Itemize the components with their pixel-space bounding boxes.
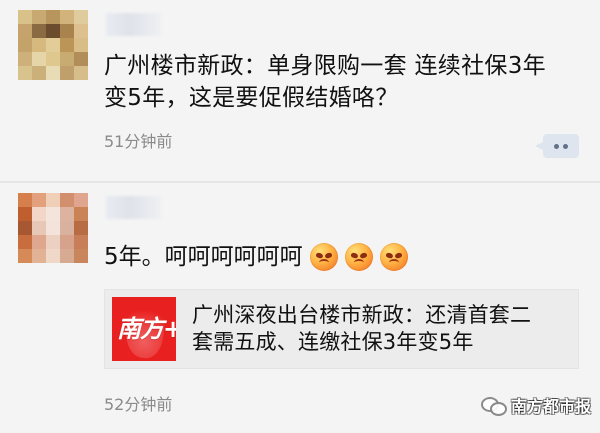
avatar-pixel	[60, 207, 74, 221]
avatar-pixel	[18, 38, 32, 52]
thumbnail-logo-text: 南方+	[117, 315, 176, 343]
avatar-pixel	[32, 52, 46, 66]
avatar-pixel	[60, 249, 74, 263]
avatar-pixel	[74, 207, 88, 221]
avatar-pixel	[18, 193, 32, 207]
avatar-pixel	[60, 221, 74, 235]
avatar-pixel	[74, 10, 88, 24]
avatar-pixel	[74, 52, 88, 66]
avatar-pixel	[74, 38, 88, 52]
post-text-line: 广州楼市新政：单身限购一套 连续社保3年	[104, 53, 546, 79]
shared-link-card[interactable]: 南方+ 广州深夜出台楼市新政：还清首套二 套需五成、连缴社保3年变5年	[104, 289, 579, 369]
avatar-pixel	[46, 249, 60, 263]
post-text: 广州楼市新政：单身限购一套 连续社保3年 变5年，这是要促假结婚咯？	[104, 50, 594, 114]
avatar[interactable]	[18, 193, 88, 263]
avatar-pixel	[18, 221, 32, 235]
avatar-pixel	[46, 221, 60, 235]
avatar-pixel	[46, 52, 60, 66]
avatar-pixel	[18, 66, 32, 80]
avatar-pixel	[32, 38, 46, 52]
avatar-pixel	[60, 52, 74, 66]
avatar-pixel	[32, 221, 46, 235]
dot-icon	[563, 143, 568, 149]
avatar-pixel	[18, 235, 32, 249]
avatar-pixel	[32, 207, 46, 221]
dot-icon	[554, 143, 559, 149]
link-title-line: 套需五成、连缴社保3年变5年	[192, 330, 474, 354]
avatar-pixel	[60, 38, 74, 52]
avatar-pixel	[32, 193, 46, 207]
comment-more-button[interactable]	[535, 134, 579, 158]
wechat-icon	[480, 396, 507, 416]
post-text-line: 变5年，这是要促假结婚咯？	[104, 85, 399, 111]
avatar-pixel	[74, 235, 88, 249]
avatar-pixel	[74, 249, 88, 263]
timeline-screen: 广州楼市新政：单身限购一套 连续社保3年 变5年，这是要促假结婚咯？ 51分钟前…	[0, 0, 600, 433]
post-text-content: 5年。呵呵呵呵呵呵	[104, 244, 303, 270]
link-title-line: 广州深夜出台楼市新政：还清首套二	[192, 303, 532, 327]
avatar-pixel	[60, 24, 74, 38]
avatar-pixel	[18, 207, 32, 221]
link-title: 广州深夜出台楼市新政：还清首套二 套需五成、连缴社保3年变5年	[192, 302, 567, 356]
angry-face-icon	[344, 243, 373, 271]
link-thumbnail: 南方+	[112, 297, 176, 361]
post-text: 5年。呵呵呵呵呵呵	[104, 241, 408, 273]
avatar-pixel	[18, 10, 32, 24]
avatar-pixel	[46, 24, 60, 38]
avatar-pixel	[60, 235, 74, 249]
avatar-pixel	[46, 10, 60, 24]
avatar-pixel	[46, 38, 60, 52]
avatar[interactable]	[18, 10, 88, 80]
avatar-pixel	[74, 193, 88, 207]
avatar-pixel	[32, 249, 46, 263]
source-watermark: 南方都市报	[480, 393, 591, 417]
feed-post-1: 广州楼市新政：单身限购一套 连续社保3年 变5年，这是要促假结婚咯？ 51分钟前	[0, 0, 600, 181]
avatar-pixel	[32, 235, 46, 249]
avatar-pixel	[32, 10, 46, 24]
avatar-pixel	[32, 24, 46, 38]
avatar-pixel	[46, 66, 60, 80]
avatar-pixel	[18, 52, 32, 66]
blurred-username[interactable]	[106, 196, 161, 219]
avatar-pixel	[46, 193, 60, 207]
blurred-username[interactable]	[106, 13, 161, 36]
avatar-pixel	[32, 66, 46, 80]
avatar-pixel	[18, 249, 32, 263]
avatar-pixel	[60, 10, 74, 24]
avatar-pixel	[74, 66, 88, 80]
angry-face-icon	[379, 243, 408, 271]
avatar-pixel	[46, 235, 60, 249]
avatar-pixel	[18, 24, 32, 38]
avatar-pixel	[46, 207, 60, 221]
avatar-pixel	[60, 66, 74, 80]
avatar-pixel	[74, 221, 88, 235]
post-time: 51分钟前	[104, 132, 173, 151]
avatar-pixel	[60, 193, 74, 207]
watermark-text: 南方都市报	[510, 397, 591, 416]
angry-face-icon	[309, 243, 338, 271]
post-time: 52分钟前	[104, 395, 173, 414]
avatar-pixel	[74, 24, 88, 38]
